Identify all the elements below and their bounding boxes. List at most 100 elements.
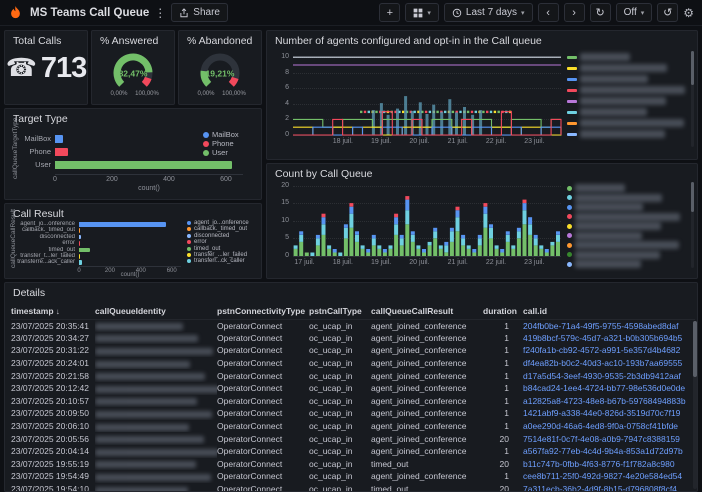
legend-item[interactable]: error	[187, 239, 207, 245]
legend-item[interactable]: Phone	[203, 139, 234, 148]
bar	[79, 241, 80, 246]
bar	[55, 135, 63, 143]
legend-item[interactable]	[567, 97, 666, 105]
cell-duration: 1	[483, 445, 523, 458]
cell-duration: 1	[483, 407, 523, 420]
share-button[interactable]: Share	[171, 3, 228, 22]
column-header-call.id[interactable]: call.id	[523, 303, 695, 319]
legend-item[interactable]	[567, 108, 647, 116]
legend-item[interactable]	[567, 86, 685, 94]
legend-item[interactable]	[567, 203, 643, 211]
column-header-timestamp[interactable]: timestamp ↓	[11, 303, 95, 319]
cell-callQueueCallResult: agent_joined_conference	[371, 369, 483, 382]
legend-item[interactable]	[567, 222, 661, 230]
table-row: 23/07/2025 20:06:10OperatorConnectoc_uca…	[11, 420, 695, 433]
dashboard-title[interactable]: MS Teams Call Queue	[30, 7, 149, 19]
table-row: 23/07/2025 19:54:10OperatorConnectoc_uca…	[11, 483, 695, 492]
column-header-callQueueIdentity[interactable]: callQueueIdentity	[95, 303, 217, 319]
cell-callQueueCallResult: agent_joined_conference	[371, 382, 483, 395]
legend-swatch-icon	[203, 132, 209, 138]
legend-swatch-icon	[567, 111, 577, 114]
panel-title[interactable]: Call Result	[5, 204, 261, 221]
legend-swatch-icon	[567, 195, 572, 200]
grafana-logo[interactable]	[8, 5, 23, 20]
add-panel-button[interactable]: +	[379, 3, 400, 22]
legend-item[interactable]	[567, 184, 625, 192]
table-row: 23/07/2025 20:12:42OperatorConnectoc_uca…	[11, 382, 695, 395]
refresh-button[interactable]: ↻	[590, 3, 611, 22]
kebab-menu-icon[interactable]: ⋮	[154, 6, 166, 20]
panel-title[interactable]: Count by Call Queue	[267, 164, 697, 181]
panel-title[interactable]: Details	[5, 283, 697, 300]
cell-pstnCallType: oc_ucap_in	[309, 344, 371, 357]
legend-item[interactable]: transfer_...ler_failed	[187, 252, 247, 258]
legend-item[interactable]	[567, 119, 684, 127]
legend-swatch-icon	[187, 247, 191, 251]
legend-item[interactable]: disconnected	[187, 233, 229, 239]
panel-title[interactable]: Total Calls	[5, 31, 87, 48]
legend-item[interactable]	[567, 213, 680, 221]
column-header-duration[interactable]: duration	[483, 303, 523, 319]
refresh-interval-label: Off	[624, 7, 637, 18]
cell-pstnCallType: oc_ucap_in	[309, 458, 371, 471]
legend-item[interactable]: agent_jo...onference	[187, 220, 249, 226]
gauge-value-text: 82,47%	[119, 69, 148, 79]
dashboard-view-dropdown[interactable]: ▾	[405, 3, 439, 22]
cell-call.id: 7514e81f-0c7f-4e08-a0b9-7947c8388159	[523, 432, 695, 445]
cell-call.id: b11c747b-0fbb-4f63-8776-f1f782a8c980	[523, 458, 695, 471]
time-shift-right-button[interactable]: ›	[564, 3, 585, 22]
cell-timestamp: 23/07/2025 20:31:22	[11, 344, 95, 357]
cell-duration: 1	[483, 369, 523, 382]
legend-swatch-icon	[567, 205, 572, 210]
cell-timestamp: 23/07/2025 20:24:01	[11, 357, 95, 370]
panel-title[interactable]: Target Type	[5, 109, 261, 126]
settings-gear-icon[interactable]: ⚙	[683, 6, 694, 20]
cell-pstnCallType: oc_ucap_in	[309, 382, 371, 395]
time-range-picker[interactable]: Last 7 days ▾	[444, 3, 533, 22]
legend-item[interactable]	[567, 260, 641, 268]
legend-scrollbar-thumb[interactable]	[691, 51, 694, 85]
legend-item[interactable]	[567, 75, 648, 83]
legend-item[interactable]: timed_out	[187, 246, 220, 252]
panel-title[interactable]: Number of agents configured and opt-in i…	[267, 31, 697, 48]
panel-title[interactable]: % Answered	[92, 31, 174, 48]
y-tick-label: 0	[269, 131, 289, 138]
time-shift-left-button[interactable]: ‹	[538, 3, 559, 22]
legend-item[interactable]	[567, 241, 679, 249]
panel-percent-answered: % Answered 82,47%0,00%100,00%	[91, 30, 175, 105]
legend-item[interactable]	[567, 64, 667, 72]
legend-item[interactable]: callback._timed_out	[187, 226, 247, 232]
category-label: agent_jo...onference	[13, 221, 75, 227]
stat-value-wrap: ☎ 713	[5, 54, 87, 83]
x-tick-label: 18 juil.	[327, 259, 359, 266]
cell-pstnConnectivityType: OperatorConnect	[217, 395, 309, 408]
legend-item[interactable]: transferr...ck_caller	[187, 258, 245, 264]
details-table: timestamp ↓callQueueIdentitypstnConnecti…	[11, 303, 695, 492]
column-header-callQueueCallResult[interactable]: callQueueCallResult	[371, 303, 483, 319]
table-scrollbar-thumb[interactable]	[693, 321, 697, 377]
panel-target-type: Target Type callQueueTargetTypeMailBoxPh…	[4, 108, 262, 200]
cycle-refresh-button[interactable]: ↺	[657, 3, 678, 22]
share-icon	[179, 8, 189, 18]
category-label: callback._timed_out	[13, 227, 75, 233]
legend-swatch-icon	[203, 150, 209, 156]
refresh-interval-dropdown[interactable]: Off ▾	[616, 3, 653, 22]
gauge-threshold	[144, 78, 148, 84]
legend-item[interactable]	[567, 130, 665, 138]
legend-item[interactable]	[567, 194, 662, 202]
legend-item[interactable]	[567, 53, 630, 61]
cell-call.id: 419b8bcf-579c-45d7-a321-b0b305b694b5	[523, 332, 695, 345]
legend-item[interactable]	[567, 232, 642, 240]
panel-details: Details timestamp ↓callQueueIdentitypstn…	[4, 282, 698, 492]
legend-item[interactable]: MailBox	[203, 130, 239, 139]
cell-callqueueidentity-redacted	[95, 357, 217, 370]
legend-item[interactable]: User	[203, 148, 228, 157]
column-header-pstnConnectivityType[interactable]: pstnConnectivityType	[217, 303, 309, 319]
legend-scrollbar-thumb[interactable]	[691, 182, 694, 212]
category-label: transferre...ack_caller	[13, 259, 75, 265]
cell-pstnConnectivityType: OperatorConnect	[217, 445, 309, 458]
panel-title[interactable]: % Abandoned	[179, 31, 261, 48]
column-header-pstnCallType[interactable]: pstnCallType	[309, 303, 371, 319]
legend-label: disconnected	[194, 233, 229, 239]
legend-item[interactable]	[567, 251, 660, 259]
